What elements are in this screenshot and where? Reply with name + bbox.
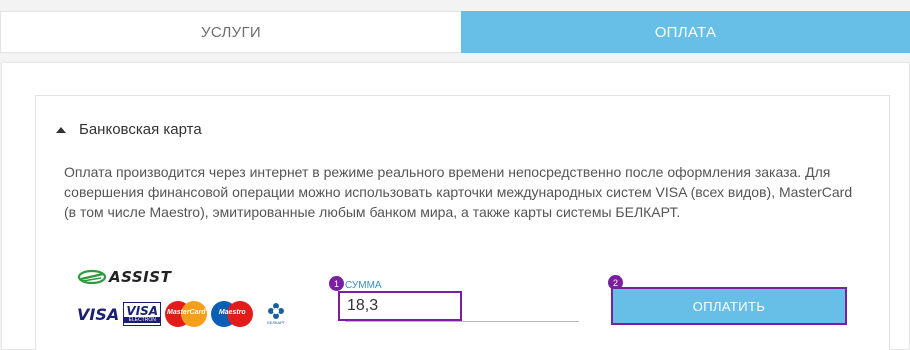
tab-payment[interactable]: ОПЛАТА — [461, 11, 910, 53]
visa-electron-top-text: VISA — [126, 304, 159, 318]
bank-card-accordion-header[interactable]: Банковская карта — [56, 121, 202, 138]
pay-button[interactable]: ОПЛАТИТЬ — [611, 287, 847, 325]
accordion-title: Банковская карта — [79, 121, 202, 138]
payment-description: Оплата производится через интернет в реж… — [64, 164, 853, 220]
maestro-logo-text: Maestro — [218, 309, 246, 316]
maestro-logo: Maestro — [211, 301, 254, 327]
sum-label: СУММА — [345, 280, 382, 291]
mastercard-logo: MasterCard — [165, 301, 208, 327]
tab-bar: УСЛУГИ ОПЛАТА — [0, 11, 910, 53]
visa-electron-bottom-text: ELECTRON — [124, 317, 161, 323]
mastercard-logo-text: MasterCard — [166, 309, 206, 316]
visa-logo: VISA — [77, 304, 120, 324]
belkart-flower-icon — [268, 303, 285, 319]
tab-services[interactable]: УСЛУГИ — [0, 11, 461, 53]
sum-input[interactable] — [338, 291, 462, 321]
assist-emblem-icon — [77, 269, 107, 285]
payment-system-logos: VISA VISA ELECTRON MasterCard Maestro БЕ… — [77, 301, 285, 327]
belkart-logo-text: БЕЛКАРТ — [267, 320, 286, 325]
annotation-badge-1: 1 — [329, 276, 344, 291]
assist-logo: ASSIST — [77, 268, 171, 286]
belkart-logo: БЕЛКАРТ — [267, 303, 285, 325]
visa-electron-logo: VISA ELECTRON — [123, 302, 162, 326]
assist-logo-text: ASSIST — [109, 268, 172, 286]
collapse-arrow-icon — [56, 126, 66, 133]
sum-input-underline — [345, 321, 579, 322]
